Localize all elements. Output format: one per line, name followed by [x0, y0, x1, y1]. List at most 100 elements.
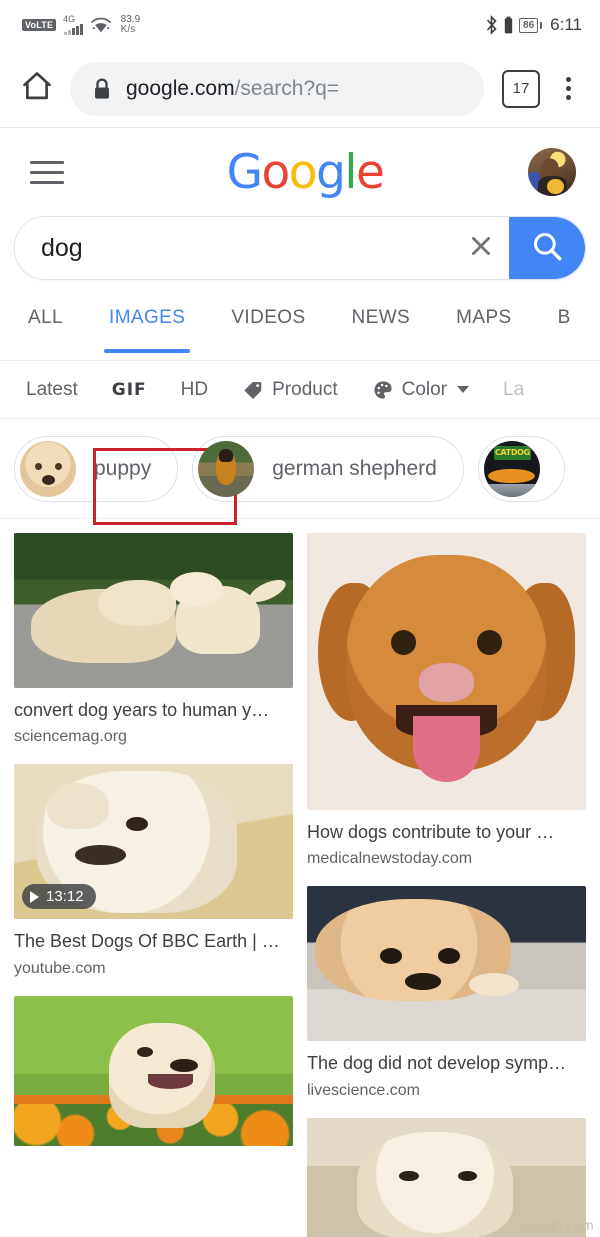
home-button[interactable]	[14, 66, 60, 112]
tab-images[interactable]: IMAGES	[103, 299, 191, 353]
hamburger-menu-icon	[30, 170, 64, 174]
filter-label: Product	[272, 378, 338, 400]
result-thumbnail-art	[14, 995, 293, 1146]
chip-label: puppy	[94, 456, 152, 480]
logo-letter: o	[288, 144, 318, 200]
filter-color[interactable]: Color	[372, 378, 470, 401]
related-chip-puppy[interactable]: puppy	[14, 435, 179, 502]
hamburger-menu-button[interactable]	[24, 150, 68, 194]
battery-icon	[504, 15, 513, 35]
result-thumbnail-art	[307, 886, 586, 1042]
chip-thumbnail-art	[488, 468, 536, 484]
status-bar: VoLTE 4G 83.9 K/s 86 6:11	[0, 0, 600, 50]
chip-thumbnail-art	[483, 484, 540, 497]
url-domain: google.com	[126, 76, 235, 100]
chip-thumbnail	[20, 440, 76, 497]
three-dot-menu-icon	[565, 95, 571, 100]
result-thumbnail[interactable]	[14, 533, 293, 688]
filter-large[interactable]: La	[503, 379, 524, 401]
result-source: livescience.com	[307, 1081, 420, 1099]
chip-thumbnail-art: CATDOG	[493, 446, 531, 460]
logo-letter: o	[261, 144, 291, 200]
tab-maps[interactable]: MAPS	[456, 299, 511, 353]
chevron-down-icon	[457, 386, 470, 393]
result-title[interactable]: How dogs contribute to your …	[307, 821, 586, 844]
google-images-page: Google dog ALL IMAGES VIDEOS NEWS MAPS B…	[0, 128, 600, 1237]
avatar-image	[541, 158, 559, 176]
signal-bars-icon	[64, 24, 83, 35]
filter-label: Color	[401, 378, 448, 400]
network-speed: 83.9 K/s	[120, 13, 141, 36]
chip-thumbnail	[198, 440, 255, 497]
avatar[interactable]	[528, 148, 576, 196]
result-thumbnail[interactable]: 13:12	[14, 764, 293, 920]
battery-tip-icon	[540, 21, 543, 29]
result-thumbnail-art	[14, 533, 293, 688]
tab-all[interactable]: ALL	[28, 299, 63, 353]
result-thumbnail[interactable]	[14, 995, 293, 1146]
result-source: sciencemag.org	[14, 728, 127, 746]
tab-books[interactable]: B	[558, 299, 571, 353]
filter-product[interactable]: Product	[242, 378, 338, 401]
filter-label: La	[503, 378, 525, 400]
image-result-card[interactable]	[14, 995, 293, 1146]
url-bar[interactable]: google.com/search?q=	[70, 61, 484, 116]
google-logo[interactable]: Google	[227, 149, 385, 196]
network-speed-unit: K/s	[120, 24, 136, 35]
watermark: wsxdn.com	[521, 1217, 594, 1233]
three-dot-menu-icon	[565, 77, 571, 82]
image-result-card[interactable]: How dogs contribute to your … medicalnew…	[307, 533, 586, 868]
bluetooth-icon	[485, 15, 498, 35]
status-bar-right: 86 6:11	[485, 15, 582, 35]
image-result-card[interactable]: 13:12 The Best Dogs Of BBC Earth | … you…	[14, 764, 293, 977]
result-title[interactable]: The dog did not develop symp…	[307, 1052, 586, 1075]
avatar-image	[547, 178, 564, 195]
result-thumbnail-art	[307, 533, 586, 810]
search-area	[0, 216, 600, 280]
filter-latest[interactable]: Latest	[26, 379, 78, 401]
logo-letter: e	[355, 144, 385, 200]
hamburger-menu-icon	[30, 180, 64, 184]
search-submit-button[interactable]	[509, 217, 585, 279]
filter-label: Latest	[26, 378, 78, 400]
logo-letter: G	[226, 144, 263, 200]
url-text: google.com/search?q=	[126, 77, 339, 101]
chip-thumbnail: CATDOG	[483, 440, 540, 497]
tab-videos[interactable]: VIDEOS	[231, 299, 305, 353]
result-title[interactable]: convert dog years to human y…	[14, 699, 293, 722]
network-speed-value: 83.9	[120, 13, 141, 25]
tab-news[interactable]: NEWS	[352, 299, 411, 353]
clear-search-button[interactable]	[453, 217, 509, 279]
gif-icon: GIF	[111, 379, 147, 400]
video-duration-text: 13:12	[46, 888, 84, 906]
result-title[interactable]: The Best Dogs Of BBC Earth | …	[14, 930, 293, 953]
image-filter-bar: Latest GIF HD Product Color La	[0, 361, 600, 419]
search-input[interactable]	[15, 232, 453, 264]
browser-menu-button[interactable]	[550, 77, 586, 100]
hamburger-menu-icon	[30, 160, 64, 164]
filter-hd[interactable]: HD	[181, 379, 208, 401]
result-thumbnail[interactable]	[307, 533, 586, 810]
image-result-card[interactable]: convert dog years to human y… sciencemag…	[14, 533, 293, 746]
browser-toolbar: google.com/search?q= 17	[0, 50, 600, 128]
result-source: medicalnewstoday.com	[307, 850, 473, 868]
lock-icon	[92, 77, 112, 101]
filter-gif[interactable]: GIF	[112, 380, 147, 400]
home-icon	[20, 69, 54, 108]
tab-switcher-button[interactable]: 17	[502, 69, 540, 108]
result-source: youtube.com	[14, 959, 106, 977]
image-result-card[interactable]: The dog did not develop symp… livescienc…	[307, 886, 586, 1099]
results-column-right: How dogs contribute to your … medicalnew…	[307, 533, 586, 1237]
three-dot-menu-icon	[565, 86, 571, 91]
tag-icon	[242, 379, 264, 401]
clear-x-icon	[467, 232, 495, 265]
search-box[interactable]	[14, 216, 586, 280]
related-chip-german-shepherd[interactable]: german shepherd	[192, 435, 464, 502]
related-chip-catdog[interactable]: CATDOG	[477, 435, 565, 502]
result-thumbnail[interactable]	[307, 886, 586, 1042]
palette-icon	[372, 379, 394, 401]
status-bar-left: VoLTE 4G 83.9 K/s	[22, 13, 141, 36]
related-searches-row: puppy german shepherd CATDOG	[0, 419, 600, 519]
logo-letter: l	[344, 144, 357, 200]
google-page-header: Google	[0, 128, 600, 216]
